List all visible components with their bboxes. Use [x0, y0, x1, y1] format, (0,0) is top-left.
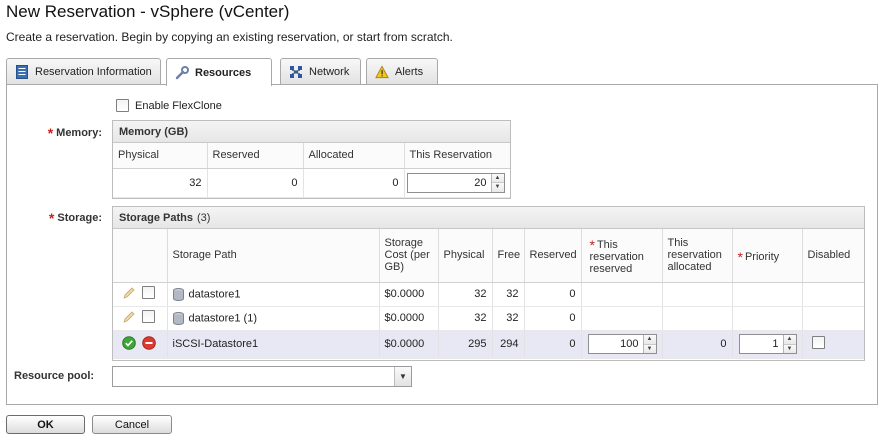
- tab-label: Resources: [195, 66, 252, 79]
- enable-flexclone-label: Enable FlexClone: [135, 99, 222, 112]
- column-header: Physical: [113, 143, 208, 169]
- column-header: Storage Cost (per GB): [379, 229, 439, 283]
- row-select-checkbox[interactable]: [142, 310, 155, 323]
- storage-cost: $0.0000: [379, 282, 439, 307]
- tab-alerts[interactable]: Alerts: [366, 58, 438, 84]
- column-header-priority: * Priority: [732, 229, 803, 283]
- network-icon: [289, 65, 303, 79]
- disabled-checkbox[interactable]: [811, 336, 825, 349]
- cancel-edit-icon[interactable]: [142, 335, 156, 350]
- resource-pool-label: Resource pool:: [14, 370, 95, 382]
- this-reservation-allocated: 0: [662, 330, 733, 359]
- spin-down-icon[interactable]: ▼: [783, 344, 796, 353]
- storage-grid-header: Storage Paths (3): [113, 207, 864, 229]
- storage-grid: Storage Paths (3) Storage Path Storage C…: [112, 206, 865, 361]
- ok-button[interactable]: OK: [6, 415, 85, 434]
- spin-up-icon[interactable]: ▲: [783, 335, 796, 345]
- required-icon: *: [47, 125, 54, 141]
- cancel-button[interactable]: Cancel: [92, 415, 172, 434]
- memory-label: * Memory:: [47, 125, 102, 141]
- column-header: Allocated: [303, 143, 405, 169]
- document-icon: [15, 64, 29, 79]
- storage-reserved: 0: [524, 282, 582, 307]
- tab-resources[interactable]: Resources: [166, 58, 272, 86]
- column-header-actions: [113, 229, 168, 283]
- storage-grid-title: Storage Paths: [119, 211, 193, 224]
- column-header: Storage Path: [167, 229, 380, 283]
- memory-allocated: 0: [303, 168, 405, 198]
- storage-free: 32: [492, 306, 525, 331]
- column-header-this-reserved: * This reservation reserved: [581, 229, 663, 283]
- storage-physical: 32: [438, 306, 493, 331]
- memory-grid: Memory (GB) Physical Reserved Allocated …: [112, 120, 511, 199]
- table-row-editing[interactable]: iSCSI-Datastore1 $0.0000 295 294 0 100 ▲…: [113, 330, 864, 359]
- storage-path-count: (3): [196, 211, 211, 224]
- spin-down-icon[interactable]: ▼: [643, 344, 656, 353]
- column-header: Reserved: [207, 143, 304, 169]
- wrench-icon: [175, 65, 189, 80]
- memory-this-reservation-value[interactable]: 20: [408, 174, 491, 192]
- row-select-checkbox[interactable]: [142, 286, 155, 299]
- storage-path-name: iSCSI-Datastore1: [167, 330, 380, 359]
- spin-up-icon[interactable]: ▲: [491, 173, 504, 183]
- this-reservation-reserved-value[interactable]: 100: [589, 335, 643, 353]
- tab-label: Network: [309, 65, 350, 78]
- required-icon: *: [589, 237, 595, 254]
- storage-cost: $0.0000: [379, 330, 439, 359]
- resource-pool-select[interactable]: ▼: [112, 366, 412, 387]
- priority-value[interactable]: 1: [740, 335, 783, 353]
- storage-reserved: 0: [524, 306, 582, 331]
- page-subtitle: Create a reservation. Begin by copying a…: [6, 30, 453, 44]
- table-row[interactable]: datastore1 (1) $0.0000 32 32 0: [113, 306, 864, 331]
- column-header: Free: [492, 229, 525, 283]
- tab-reservation-information[interactable]: Reservation Information: [6, 58, 161, 84]
- storage-path-name: datastore1 (1): [188, 311, 257, 324]
- tab-bar: Reservation Information Resources Networ…: [6, 58, 885, 86]
- storage-label: * Storage:: [48, 210, 102, 226]
- page-title: New Reservation - vSphere (vCenter): [6, 2, 290, 21]
- storage-path-name: datastore1: [188, 287, 241, 300]
- storage-cost: $0.0000: [379, 306, 439, 331]
- tab-label: Alerts: [395, 65, 424, 78]
- enable-flexclone-checkbox[interactable]: [116, 99, 129, 112]
- storage-free: 32: [492, 282, 525, 307]
- required-icon: *: [48, 210, 55, 226]
- tab-network[interactable]: Network: [280, 58, 361, 84]
- memory-physical: 32: [113, 168, 208, 198]
- storage-free: 294: [492, 330, 525, 359]
- priority-stepper[interactable]: 1 ▲ ▼: [738, 334, 797, 354]
- column-header: Physical: [438, 229, 493, 283]
- column-header: Disabled: [802, 229, 864, 283]
- spin-down-icon[interactable]: ▼: [491, 183, 504, 192]
- table-row[interactable]: datastore1 $0.0000 32 32 0: [113, 282, 864, 307]
- edit-pencil-icon[interactable]: [122, 310, 136, 324]
- required-icon: *: [737, 249, 743, 266]
- memory-reserved: 0: [207, 168, 304, 198]
- tab-label: Reservation Information: [35, 65, 152, 78]
- storage-reserved: 0: [524, 330, 582, 359]
- edit-pencil-icon[interactable]: [122, 286, 136, 300]
- column-header: This reservation allocated: [662, 229, 733, 283]
- warning-icon: [375, 64, 389, 79]
- save-check-icon[interactable]: [122, 335, 136, 350]
- datastore-icon: [172, 287, 184, 301]
- this-reservation-reserved-stepper[interactable]: 100 ▲ ▼: [587, 334, 657, 354]
- enable-flexclone-row: Enable FlexClone: [116, 99, 222, 112]
- chevron-down-icon[interactable]: ▼: [394, 367, 411, 386]
- spin-up-icon[interactable]: ▲: [643, 335, 656, 345]
- storage-physical: 295: [438, 330, 493, 359]
- memory-this-reservation-stepper[interactable]: 20 ▲ ▼: [406, 172, 505, 193]
- datastore-icon: [172, 311, 184, 325]
- memory-grid-header: Memory (GB): [113, 121, 510, 143]
- column-header: Reserved: [524, 229, 582, 283]
- column-header: This Reservation: [404, 143, 510, 169]
- storage-physical: 32: [438, 282, 493, 307]
